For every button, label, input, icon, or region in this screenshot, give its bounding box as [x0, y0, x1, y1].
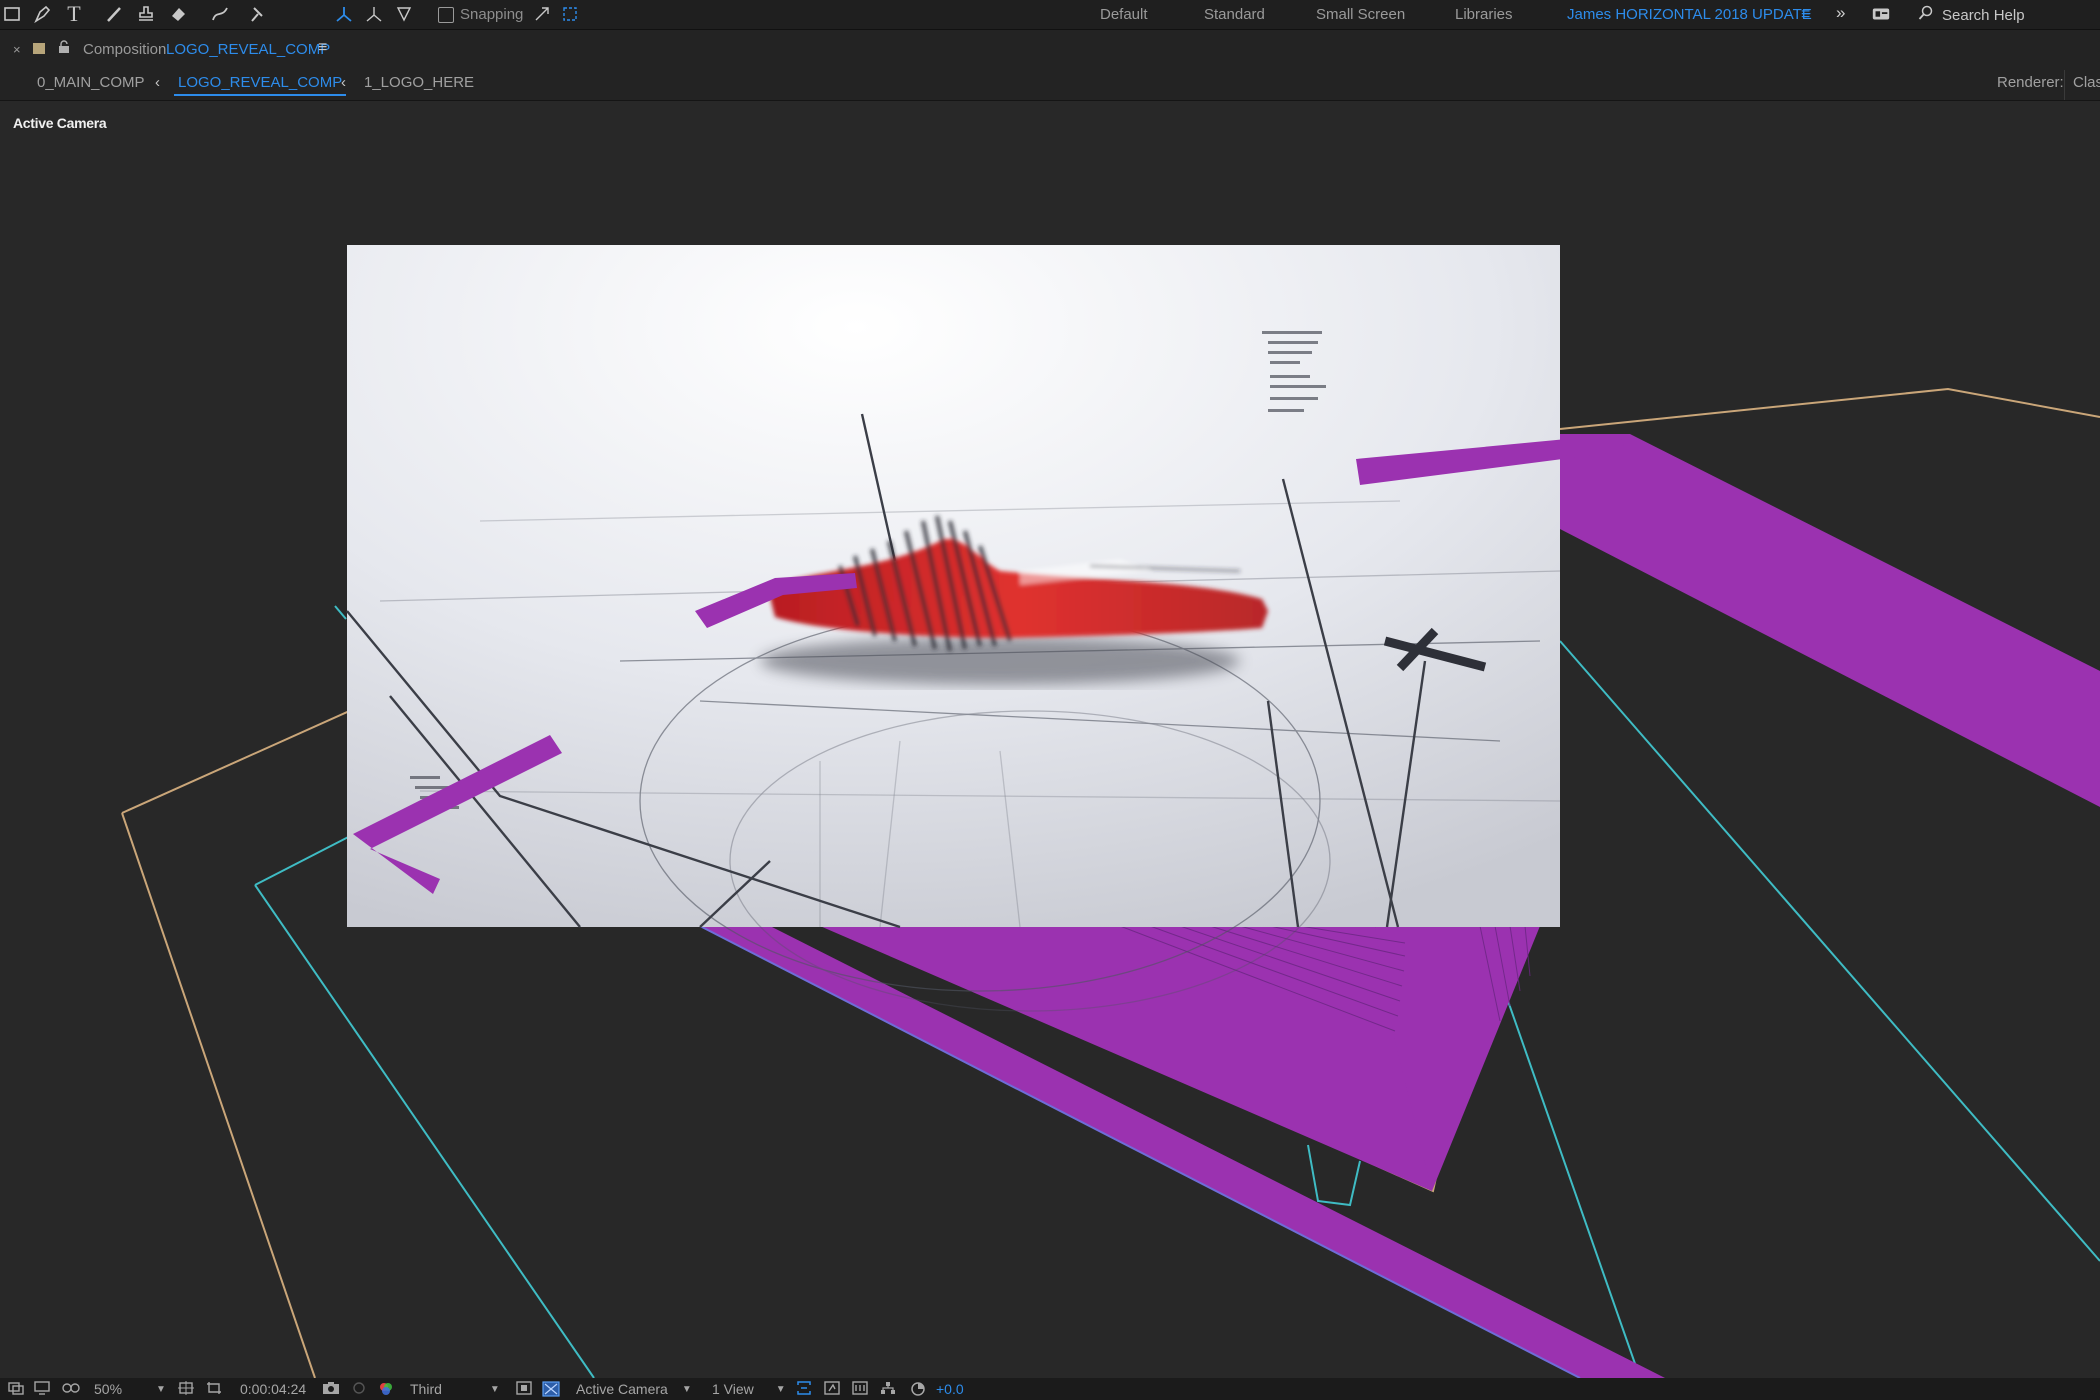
clone-stamp-tool-icon[interactable] — [134, 3, 158, 25]
composition-panel-prefix: Composition — [83, 41, 167, 58]
color-channels-icon[interactable] — [378, 1381, 394, 1397]
snap-extend-icon[interactable] — [530, 3, 554, 25]
search-icon — [1918, 5, 1934, 25]
fast-previews-icon[interactable] — [824, 1381, 840, 1395]
view-axis-mode-icon[interactable] — [392, 3, 416, 25]
workspace-menu-icon[interactable]: ≡ — [1801, 6, 1810, 24]
layout-value: 1 View — [712, 1381, 754, 1397]
draft-3d-icon[interactable] — [542, 1381, 560, 1397]
composition-footer: 50% ▼ 0:00:04:24 Third ▼ Active Camera ▼ 1 … — [0, 1378, 2100, 1400]
type-tool-icon[interactable]: T — [62, 1, 86, 26]
chevron-left-icon: ‹ — [155, 74, 160, 91]
composition-name[interactable]: LOGO_REVEAL_COMP — [166, 41, 330, 58]
renderer-value[interactable]: Clas — [2073, 74, 2100, 91]
snapping-checkbox[interactable] — [438, 6, 454, 23]
view-layout-select[interactable]: 1 View ▼ — [712, 1381, 786, 1397]
close-panel-icon[interactable]: × — [13, 42, 21, 57]
workspace-default[interactable]: Default — [1100, 6, 1148, 23]
rectangle-tool-icon[interactable] — [0, 3, 24, 25]
zoom-value: 50% — [94, 1381, 123, 1397]
transparency-grid-icon[interactable] — [516, 1381, 532, 1395]
composition-viewer[interactable]: Active Camera — [0, 101, 2100, 1378]
divider — [2064, 70, 2065, 100]
active-camera-label: Active Camera — [13, 115, 107, 131]
pen-tool-icon[interactable] — [30, 3, 54, 25]
chevron-down-icon: ▼ — [681, 1383, 692, 1395]
search-help[interactable]: Search Help — [1918, 4, 2100, 26]
workspace-standard[interactable]: Standard — [1204, 6, 1265, 23]
toggle-pixel-aspect-icon[interactable] — [796, 1381, 812, 1395]
world-axis-mode-icon[interactable] — [362, 3, 386, 25]
tools-toolbar: T Snapping Default Standard Small Screen… — [0, 0, 2100, 30]
workspace-active[interactable]: James HORIZONTAL 2018 UPDATE — [1567, 6, 1812, 23]
snapping-toggle[interactable]: Snapping — [438, 6, 523, 23]
chevron-down-icon: ▼ — [489, 1383, 500, 1395]
chevron-left-icon: ‹ — [341, 74, 346, 91]
timecode-value: 0:00:04:24 — [240, 1381, 307, 1397]
timeline-icon[interactable] — [852, 1381, 868, 1395]
chevron-down-icon: ▼ — [775, 1383, 786, 1395]
current-time[interactable]: 0:00:04:24 — [240, 1381, 306, 1397]
region-of-interest-icon[interactable] — [206, 1381, 222, 1395]
renderer-label: Renderer: — [1997, 74, 2064, 91]
lock-icon[interactable] — [57, 40, 71, 59]
composition-color-swatch — [33, 43, 45, 54]
purple-layer-wedge — [820, 926, 1432, 1191]
roto-brush-tool-icon[interactable] — [208, 3, 232, 25]
workspace-libraries[interactable]: Libraries — [1455, 6, 1513, 23]
show-snapshot-icon[interactable] — [352, 1381, 366, 1395]
sync-settings-icon[interactable] — [1869, 3, 1893, 25]
breadcrumb-main-comp[interactable]: 0_MAIN_COMP — [37, 74, 145, 91]
mask-visibility-icon[interactable] — [62, 1381, 80, 1395]
camera-icon[interactable] — [322, 1381, 340, 1395]
purple-layer-right — [1556, 434, 2100, 807]
brush-tool-icon[interactable] — [102, 3, 126, 25]
fit-icon[interactable] — [178, 1381, 194, 1395]
search-label: Search Help — [1942, 6, 2025, 24]
exposure-value[interactable]: +0.0 — [936, 1381, 964, 1397]
breadcrumb-logo-reveal-comp[interactable]: LOGO_REVEAL_COMP — [173, 74, 347, 96]
snapping-label: Snapping — [460, 6, 524, 23]
eraser-tool-icon[interactable] — [166, 3, 190, 25]
view-value: Active Camera — [576, 1381, 668, 1397]
reset-exposure-icon[interactable] — [910, 1381, 926, 1397]
zoom-select[interactable]: 50% ▼ — [94, 1381, 166, 1397]
double-chevron-right-icon[interactable]: » — [1836, 3, 1845, 23]
resolution-select[interactable]: Third ▼ — [410, 1381, 500, 1397]
monitor-icon[interactable] — [34, 1381, 50, 1395]
snap-features-icon[interactable] — [558, 3, 582, 25]
3d-scene — [121, 245, 2100, 1378]
breadcrumb-logo-here[interactable]: 1_LOGO_HERE — [364, 74, 474, 91]
local-axis-mode-icon[interactable] — [332, 3, 356, 25]
panel-menu-icon[interactable]: ≡ — [318, 39, 327, 57]
3d-view-select[interactable]: Active Camera ▼ — [576, 1381, 692, 1397]
flowchart-icon[interactable] — [880, 1381, 896, 1395]
workspace-small-screen[interactable]: Small Screen — [1316, 6, 1405, 23]
puppet-pin-tool-icon[interactable] — [246, 3, 270, 25]
resolution-value: Third — [410, 1381, 442, 1397]
composition-panel-header: × Composition LOGO_REVEAL_COMP ≡ — [0, 30, 2100, 70]
chevron-down-icon: ▼ — [156, 1383, 166, 1395]
always-preview-icon[interactable] — [8, 1381, 24, 1395]
composition-navigator: 0_MAIN_COMP ‹ LOGO_REVEAL_COMP ‹ 1_LOGO_… — [0, 70, 2100, 101]
comp-frame — [346, 245, 1625, 1012]
